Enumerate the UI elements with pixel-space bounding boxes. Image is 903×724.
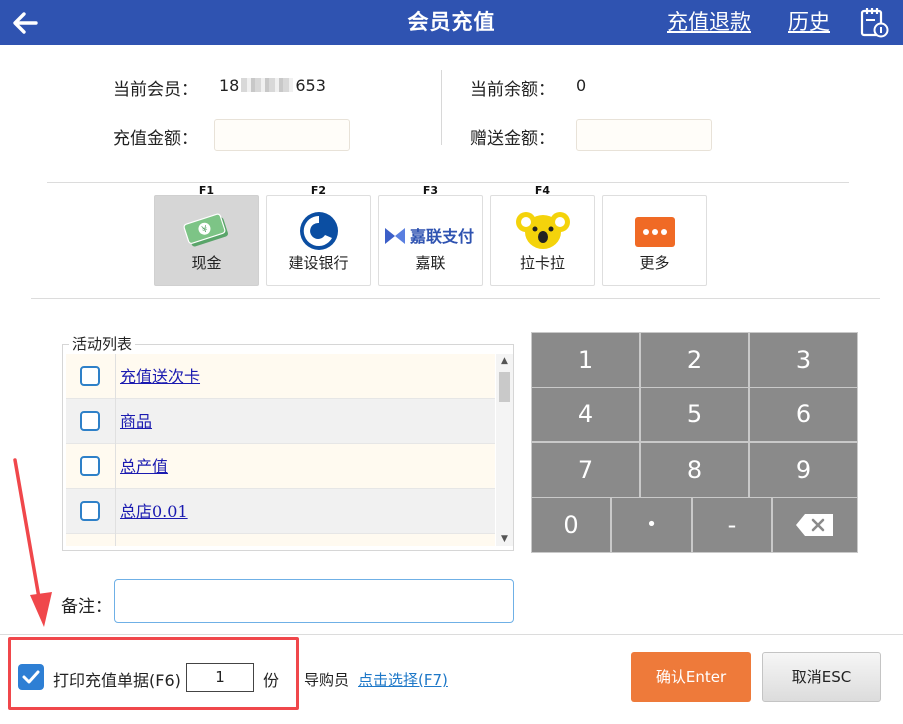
list-item[interactable]: 商品 [66,399,495,444]
list-item-partial [66,534,495,546]
refund-link[interactable]: 充值退款 [667,0,751,45]
key-9[interactable]: 9 [750,443,857,497]
info-divider [441,70,442,145]
payment-jialian[interactable]: F3 嘉联支付 嘉联 [378,184,483,286]
key-5[interactable]: 5 [641,388,748,441]
activity-list-title: 活动列表 [69,333,136,354]
activity-link[interactable]: 商品 [120,399,152,444]
column-divider [115,399,116,444]
activity-checkbox[interactable] [80,411,100,431]
amount-input[interactable] [214,119,350,151]
key-6[interactable]: 6 [750,388,857,441]
key-1[interactable]: 1 [532,333,639,387]
payment-ccb[interactable]: F2 建设银行 [266,184,371,286]
copies-input[interactable]: 1 [186,663,254,692]
copies-unit: 份 [263,671,280,690]
key-2[interactable]: 2 [641,333,748,387]
notebook-info-icon[interactable] [858,6,890,38]
jialian-pay-icon: 嘉联支付 [384,227,474,246]
payment-hotkey: F2 [310,184,327,197]
sales-guide-label: 导购员 [304,671,350,689]
backspace-icon [796,514,833,536]
scroll-thumb[interactable] [499,372,510,402]
key-backspace[interactable] [773,498,857,552]
scroll-down-icon[interactable]: ▼ [496,532,513,546]
checkmark-icon [22,670,40,684]
key-8[interactable]: 8 [641,443,748,497]
scroll-up-icon[interactable]: ▲ [496,354,513,368]
payment-name: 更多 [639,254,670,272]
column-divider [115,534,116,546]
column-divider [115,444,116,489]
numeric-keypad: 1 2 3 4 5 6 7 8 9 0 • - [531,332,858,553]
payment-lakala[interactable]: F4 拉卡拉 [490,184,595,286]
payment-hotkey: F3 [422,184,439,197]
list-item[interactable]: 总产值 [66,444,495,489]
column-divider [115,489,116,534]
activity-checkbox[interactable] [80,366,100,386]
notes-input[interactable] [114,579,514,623]
payment-name: 拉卡拉 [519,254,565,272]
member-label: 当前会员： [113,80,198,100]
payment-name: 现金 [191,254,222,272]
activity-link[interactable]: 充值送次卡 [120,354,200,399]
payment-name: 嘉联 [415,254,446,272]
activity-checkbox[interactable] [80,456,100,476]
cancel-button[interactable]: 取消ESC [762,652,881,702]
ccb-bank-icon [299,212,338,250]
jialian-logo-text: 嘉联支付 [409,227,474,246]
list-item[interactable]: 总店0.01 [66,489,495,534]
bonus-input[interactable] [576,119,712,151]
key-3[interactable]: 3 [750,333,857,387]
confirm-button[interactable]: 确认Enter [631,652,751,702]
page-title: 会员充值 [407,10,496,34]
column-divider [115,354,116,399]
key-0[interactable]: 0 [532,498,610,552]
key-minus[interactable]: - [693,498,771,552]
payment-hotkey: F4 [534,184,551,197]
activity-link[interactable]: 总产值 [120,444,168,489]
key-dot[interactable]: • [612,498,691,552]
print-receipt-label[interactable]: 打印充值单据(F6) [53,667,181,691]
payment-more[interactable]: 更多 [602,195,707,286]
payment-cash[interactable]: F1 ¥ 现金 [154,184,259,286]
balance-value: 0 [576,76,587,95]
activity-checkbox[interactable] [80,501,100,521]
payment-name: 建设银行 [288,254,349,272]
balance-label: 当前余额： [470,80,555,100]
payment-hotkey: F1 [198,184,215,197]
lakala-koala-icon [515,212,570,249]
title-bar: 会员充值 充值退款 历史 [0,0,903,45]
section-divider [47,182,849,183]
amount-label: 充值金额： [113,129,198,149]
annotation-arrow [13,458,52,627]
history-link[interactable]: 历史 [788,0,830,45]
activity-scrollbar[interactable]: ▲ ▼ [496,354,513,546]
list-item[interactable]: 充值送次卡 [66,354,495,399]
more-dots-icon [634,217,675,247]
member-phone-suffix: 653 [295,76,326,95]
notes-label: 备注： [61,597,112,617]
key-4[interactable]: 4 [532,388,639,441]
member-phone-prefix: 18 [219,76,240,95]
key-7[interactable]: 7 [532,443,639,497]
member-phone: 18 653 [219,76,326,95]
footer-divider [0,634,903,635]
section-divider [31,298,880,299]
select-guide-link[interactable]: 点击选择(F7) [358,669,448,690]
masked-digits [241,78,294,92]
bonus-label: 赠送金额： [470,129,555,149]
print-receipt-checkbox[interactable] [18,664,44,690]
cash-icon: ¥ [182,213,228,247]
activity-link[interactable]: 总店0.01 [120,489,188,534]
